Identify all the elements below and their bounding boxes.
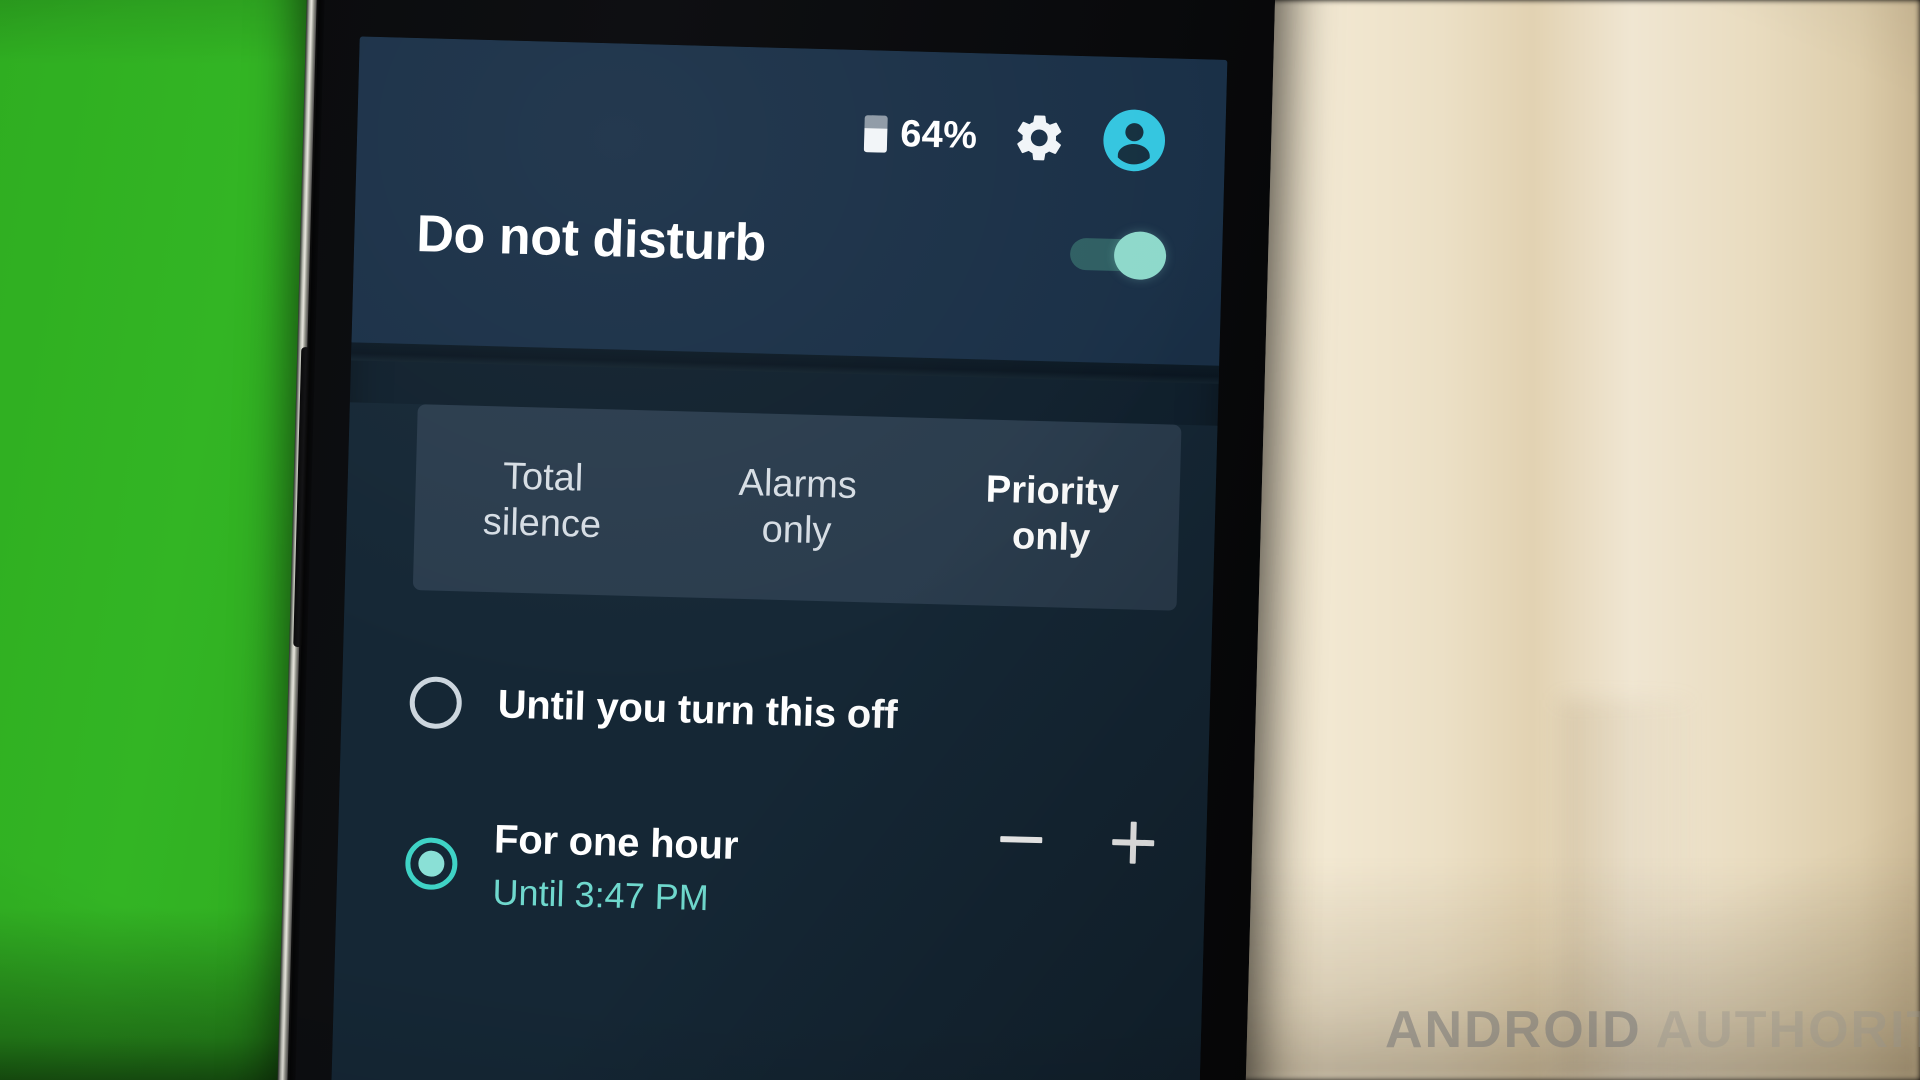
- duration-option-until-off[interactable]: Until you turn this off: [340, 640, 1211, 783]
- decrease-duration-button[interactable]: [994, 812, 1049, 867]
- minus-icon: [1000, 836, 1043, 844]
- dnd-settings-content: Total silence Alarms only Priority only: [327, 402, 1218, 1080]
- battery-icon: [863, 114, 888, 153]
- quick-settings-header: 64% Do not disturb: [351, 36, 1228, 366]
- tab-total-silence-line2: silence: [482, 500, 602, 547]
- photo-scene: 64% Do not disturb Total silence Alarms …: [0, 0, 1920, 1080]
- tab-priority-only-line1: Priority: [985, 468, 1120, 514]
- battery-status: 64%: [863, 113, 978, 158]
- tab-priority-only-line2: only: [1011, 515, 1091, 560]
- duration-options-list: Until you turn this off For one hour Unt…: [335, 640, 1211, 959]
- tab-priority-only[interactable]: Priority only: [923, 465, 1180, 565]
- status-bar: 64%: [356, 36, 1227, 181]
- smartphone-device: 64% Do not disturb Total silence Alarms …: [274, 0, 1278, 1080]
- duration-stepper: [994, 812, 1171, 871]
- duration-option-one-hour-sublabel: Until 3:47 PM: [492, 871, 710, 918]
- tab-alarms-only-line1: Alarms: [738, 461, 858, 507]
- battery-percent-label: 64%: [899, 113, 978, 158]
- dnd-mode-tabs: Total silence Alarms only Priority only: [412, 404, 1182, 611]
- tab-total-silence[interactable]: Total silence: [414, 451, 671, 551]
- floor-shadow: [1160, 860, 1920, 1080]
- do-not-disturb-row[interactable]: Do not disturb: [354, 158, 1224, 285]
- duration-option-until-off-label: Until you turn this off: [497, 682, 898, 737]
- account-avatar-icon[interactable]: [1100, 107, 1168, 175]
- tab-alarms-only-line2: only: [761, 508, 832, 553]
- duration-option-one-hour[interactable]: For one hour Until 3:47 PM: [335, 786, 1207, 959]
- tab-total-silence-line1: Total: [502, 455, 584, 500]
- increase-duration-button[interactable]: [1105, 815, 1160, 870]
- gear-icon[interactable]: [1010, 109, 1067, 166]
- do-not-disturb-toggle[interactable]: [1069, 229, 1167, 280]
- phone-screen: 64% Do not disturb Total silence Alarms …: [327, 36, 1228, 1080]
- do-not-disturb-title: Do not disturb: [415, 205, 767, 273]
- tab-alarms-only[interactable]: Alarms only: [669, 458, 926, 558]
- plus-icon-vertical: [1129, 821, 1137, 864]
- toggle-thumb: [1113, 230, 1167, 280]
- radio-until-off[interactable]: [409, 676, 463, 730]
- duration-option-one-hour-labels: For one hour Until 3:47 PM: [492, 817, 994, 926]
- duration-option-one-hour-label: For one hour: [493, 817, 739, 868]
- duration-option-until-off-labels: Until you turn this off: [497, 682, 1174, 745]
- battery-fill: [863, 127, 888, 153]
- radio-one-hour[interactable]: [404, 836, 459, 891]
